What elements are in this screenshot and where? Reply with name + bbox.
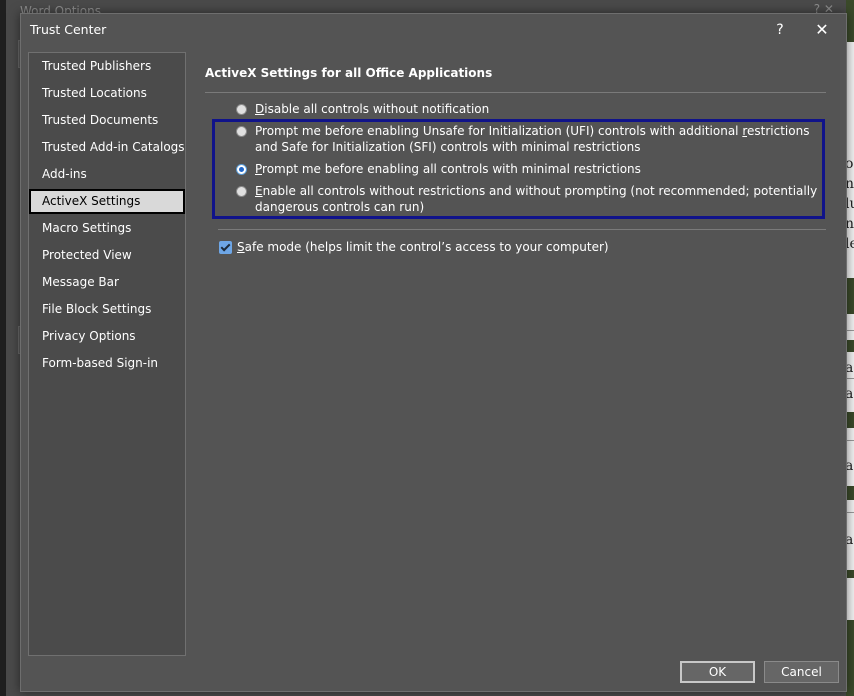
cancel-button[interactable]: Cancel bbox=[764, 661, 839, 683]
ok-button[interactable]: OK bbox=[680, 661, 755, 683]
radio-button-selected[interactable] bbox=[236, 164, 247, 175]
sidebar-item-file-block-settings[interactable]: File Block Settings bbox=[29, 297, 185, 322]
trust-center-dialog: Trust Center ? ✕ Trusted Publishers Trus… bbox=[20, 13, 847, 692]
section-title: ActiveX Settings for all Office Applicat… bbox=[205, 66, 493, 80]
background-doc-band bbox=[846, 570, 854, 578]
option-label: Prompt me before enabling Unsafe for Ini… bbox=[255, 124, 810, 154]
sidebar-item-macro-settings[interactable]: Macro Settings bbox=[29, 216, 185, 241]
help-button[interactable]: ? bbox=[769, 18, 791, 42]
background-doc-band bbox=[846, 412, 854, 428]
section-divider bbox=[205, 92, 826, 93]
background-doc-band bbox=[846, 620, 854, 696]
dialog-title: Trust Center bbox=[30, 22, 107, 37]
radio-button[interactable] bbox=[236, 186, 247, 197]
sidebar-item-trusted-documents[interactable]: Trusted Documents bbox=[29, 108, 185, 133]
options-divider bbox=[218, 229, 826, 230]
background-doc-band bbox=[846, 340, 854, 352]
radio-button[interactable] bbox=[236, 126, 247, 137]
option-label: Enable all controls without restrictions… bbox=[255, 184, 818, 214]
sidebar-item-activex-settings[interactable]: ActiveX Settings bbox=[29, 189, 185, 214]
sidebar-item-trusted-addin-catalogs[interactable]: Trusted Add-in Catalogs bbox=[29, 135, 185, 160]
sidebar-nav: Trusted Publishers Trusted Locations Tru… bbox=[28, 52, 186, 656]
background-doc-band bbox=[846, 0, 854, 42]
sidebar-item-form-based-sign-in[interactable]: Form-based Sign-in bbox=[29, 351, 185, 376]
sidebar-item-message-bar[interactable]: Message Bar bbox=[29, 270, 185, 295]
background-doc-line bbox=[846, 378, 854, 379]
background-doc-line bbox=[846, 440, 854, 441]
safe-mode-label: Safe mode (helps limit the control’s acc… bbox=[237, 240, 609, 254]
background-doc-line bbox=[846, 512, 854, 513]
sidebar-item-protected-view[interactable]: Protected View bbox=[29, 243, 185, 268]
option-label: Prompt me before enabling all controls w… bbox=[255, 162, 641, 176]
sidebar-item-trusted-publishers[interactable]: Trusted Publishers bbox=[29, 54, 185, 79]
background-doc-band bbox=[846, 486, 854, 500]
radio-button[interactable] bbox=[236, 104, 247, 115]
sidebar-item-trusted-locations[interactable]: Trusted Locations bbox=[29, 81, 185, 106]
background-doc-line bbox=[846, 330, 854, 331]
safe-mode-checkbox[interactable] bbox=[219, 241, 232, 254]
dialog-titlebar[interactable]: Trust Center ? ✕ bbox=[21, 14, 846, 46]
close-button[interactable]: ✕ bbox=[811, 18, 833, 42]
sidebar-item-privacy-options[interactable]: Privacy Options bbox=[29, 324, 185, 349]
background-doc-band bbox=[846, 278, 854, 314]
sidebar-item-addins[interactable]: Add-ins bbox=[29, 162, 185, 187]
option-label: Disable all controls without notificatio… bbox=[255, 102, 490, 116]
